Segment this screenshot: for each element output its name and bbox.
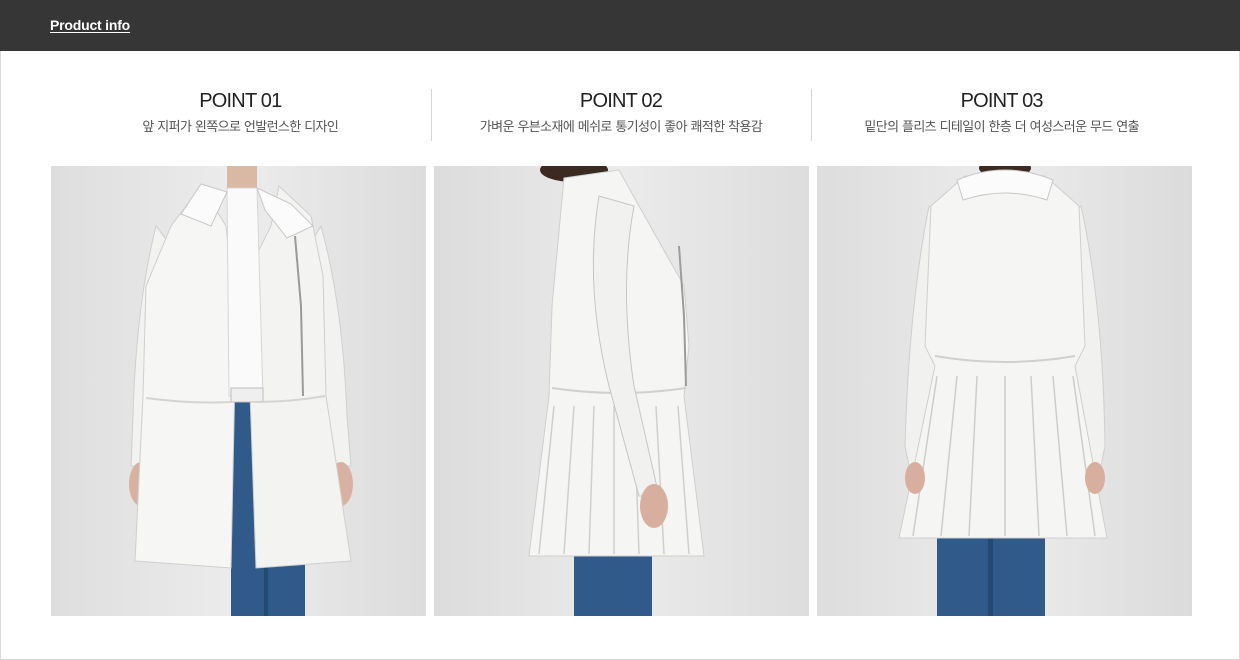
side-view-photo <box>434 166 809 616</box>
point-title: POINT 02 <box>579 90 663 112</box>
point-title: POINT 03 <box>960 90 1044 112</box>
point-title: POINT 01 <box>199 90 282 112</box>
product-info-page: Product info POINT 01 앞 지퍼가 왼쪽으로 언발런스한 디… <box>0 0 1240 660</box>
point-01: POINT 01 앞 지퍼가 왼쪽으로 언발런스한 디자인 <box>50 89 431 141</box>
photo-gallery <box>51 166 1192 616</box>
front-view-photo <box>51 166 426 616</box>
product-info-title: Product info <box>50 17 131 33</box>
back-view-photo <box>817 166 1192 616</box>
points-row: POINT 01 앞 지퍼가 왼쪽으로 언발런스한 디자인 POINT 02 가… <box>50 89 1192 141</box>
point-03: POINT 03 밑단의 플리츠 디테일이 한층 더 여성스러운 무드 연출 <box>811 89 1192 141</box>
point-description: 밑단의 플리츠 디테일이 한층 더 여성스러운 무드 연출 <box>864 120 1139 135</box>
header-bar: Product info <box>0 0 1240 51</box>
point-description: 가벼운 우븐소재에 메쉬로 통기성이 좋아 쾌적한 착용감 <box>479 120 763 135</box>
point-02: POINT 02 가벼운 우븐소재에 메쉬로 통기성이 좋아 쾌적한 착용감 <box>430 89 812 141</box>
point-description: 앞 지퍼가 왼쪽으로 언발런스한 디자인 <box>142 120 339 135</box>
